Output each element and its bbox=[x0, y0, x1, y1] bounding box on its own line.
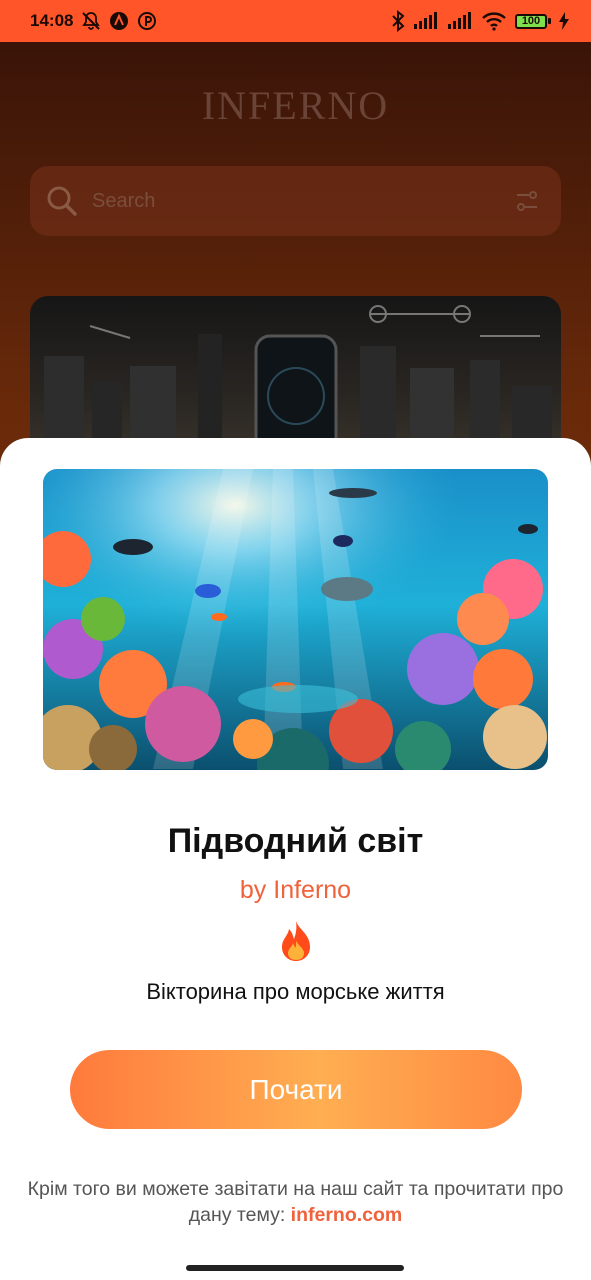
filter-icon[interactable] bbox=[515, 190, 539, 212]
pinterest-icon bbox=[137, 11, 157, 31]
wifi-icon bbox=[481, 11, 507, 31]
mute-bell-icon bbox=[81, 11, 101, 31]
signal-icon bbox=[413, 12, 439, 30]
status-bar: 14:08 100 bbox=[0, 0, 591, 42]
battery-level: 100 bbox=[515, 13, 547, 29]
quiz-title: Підводний світ bbox=[167, 822, 424, 860]
search-input[interactable]: Search bbox=[92, 190, 155, 213]
charging-icon bbox=[559, 12, 569, 30]
app-title: INFERNO bbox=[201, 83, 390, 128]
quiz-author: by Inferno bbox=[239, 876, 352, 904]
status-time: 14:08 bbox=[30, 11, 74, 30]
bluetooth-icon bbox=[391, 10, 405, 32]
quiz-description: Вікторина про морське життя bbox=[146, 979, 445, 1004]
fire-icon bbox=[277, 920, 315, 962]
website-link[interactable]: inferno.com bbox=[291, 1204, 403, 1226]
footer-note: Крім того ви можете завітати на наш сайт… bbox=[10, 1176, 581, 1228]
search-bar[interactable]: Search bbox=[30, 166, 561, 236]
underwater-coral-reef-image bbox=[43, 469, 548, 770]
battery-icon: 100 bbox=[515, 13, 551, 29]
signal-icon bbox=[447, 12, 473, 30]
quiz-bottom-sheet: Підводний світ by Inferno Вікторина про … bbox=[0, 438, 591, 1280]
home-indicator[interactable] bbox=[186, 1265, 404, 1271]
start-button[interactable]: Почати bbox=[70, 1050, 522, 1129]
alert-icon bbox=[109, 11, 129, 31]
search-icon bbox=[46, 185, 78, 217]
